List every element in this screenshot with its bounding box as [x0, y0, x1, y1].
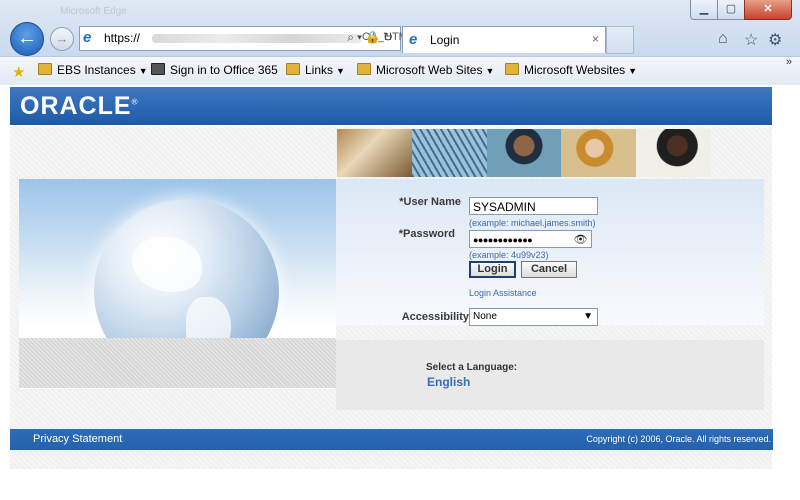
stripe-decoration [19, 338, 336, 388]
fav-sign-in-office[interactable]: Sign in to Office 365 [151, 63, 278, 77]
favorites-more-icon[interactable]: » [786, 56, 792, 68]
window-title: Microsoft Edge [60, 6, 127, 17]
favorites-bar: ★ EBS Instances ▼ Sign in to Office 365 L… [0, 56, 800, 86]
password-hint: (example: 4u99v23) [469, 250, 549, 260]
oracle-logo: ORACLE® [20, 92, 139, 120]
photo-man-computer [486, 129, 562, 177]
add-favorites-icon[interactable]: ★ [12, 63, 29, 81]
close-tab-icon[interactable]: × [592, 32, 599, 46]
lock-icon[interactable]: 🔒 [365, 30, 383, 44]
accessibility-select[interactable]: None ▼ [469, 308, 598, 326]
fav-microsoft-websites[interactable]: Microsoft Websites ▼ [505, 63, 637, 77]
forward-arrow-icon: → [55, 31, 69, 46]
close-window-button[interactable]: ✕ [744, 0, 792, 20]
photo-tower [411, 129, 487, 177]
footer-bar: Privacy Statement Copyright (c) 2006, Or… [10, 429, 773, 450]
tab-title: Login [430, 33, 460, 47]
page-icon [151, 63, 165, 75]
chevron-down-icon: ▼ [583, 311, 593, 322]
username-hint: (example: michael.james.smith) [469, 218, 596, 228]
forward-button[interactable]: → [50, 27, 74, 51]
folder-icon [505, 63, 519, 75]
language-english-link[interactable]: English [427, 375, 470, 389]
login-form: *User Name SYSADMIN (example: michael.ja… [336, 179, 764, 326]
language-panel: Select a Language: English [336, 340, 764, 410]
favorites-star-icon[interactable]: ☆ [744, 30, 758, 50]
folder-icon [286, 63, 300, 75]
vertical-scrollbar[interactable] [773, 85, 800, 500]
tab-login[interactable]: e Login × [402, 26, 606, 53]
password-label: *Password [398, 228, 455, 240]
reveal-password-icon[interactable]: 👁 [574, 231, 588, 249]
photo-man-suit [636, 129, 711, 177]
login-assistance-link[interactable]: Login Assistance [469, 288, 537, 298]
search-icon[interactable]: ⌕ [347, 30, 357, 44]
photo-woman-headset [561, 129, 637, 177]
cancel-button[interactable]: Cancel [521, 261, 577, 278]
fav-microsoft-web-sites[interactable]: Microsoft Web Sites ▼ [357, 63, 494, 77]
username-input[interactable]: SYSADMIN [469, 197, 598, 215]
fav-links[interactable]: Links ▼ [286, 63, 345, 77]
browser-chrome: Microsoft Edge ▁ ▢ ✕ ← → e https:// OA_H… [0, 0, 800, 56]
oracle-header: ORACLE® [10, 87, 772, 125]
language-label: Select a Language: [426, 362, 518, 373]
copyright-text: Copyright (c) 2006, Oracle. All rights r… [586, 434, 771, 444]
minimize-button[interactable]: ▁ [690, 0, 718, 20]
ie-tab-icon: e [409, 31, 418, 48]
username-label: *User Name [399, 196, 461, 208]
address-bar[interactable]: e https:// OA_HTM ⌕▾🔒↻ [79, 26, 408, 51]
login-button[interactable]: Login [469, 261, 516, 278]
photo-people-meeting [337, 129, 412, 177]
accessibility-label: Accessibility [401, 311, 469, 323]
home-icon[interactable]: ⌂ [718, 30, 728, 48]
dropdown-icon[interactable]: ▾ [357, 30, 365, 44]
new-tab-button[interactable] [606, 26, 634, 54]
back-button[interactable]: ← [10, 22, 44, 56]
address-bar-icons[interactable]: ⌕▾🔒↻ [347, 30, 396, 45]
url-prefix: https:// [104, 31, 141, 45]
folder-icon [38, 63, 52, 75]
refresh-icon[interactable]: ↻ [383, 30, 396, 44]
fav-ebs-instances[interactable]: EBS Instances ▼ [38, 63, 148, 77]
back-arrow-icon: ← [17, 27, 37, 49]
page-content: ORACLE® *User Name SYSADMIN (example: mi… [0, 85, 800, 500]
maximize-button[interactable]: ▢ [717, 0, 745, 20]
gear-icon[interactable]: ⚙ [768, 30, 782, 50]
folder-icon [357, 63, 371, 75]
ie-page-icon: e [83, 29, 92, 46]
privacy-statement-link[interactable]: Privacy Statement [33, 433, 122, 445]
password-input[interactable]: ●●●●●●●●●●●● 👁 [469, 230, 592, 248]
url-redacted [152, 34, 362, 43]
header-photo-strip [337, 129, 711, 177]
